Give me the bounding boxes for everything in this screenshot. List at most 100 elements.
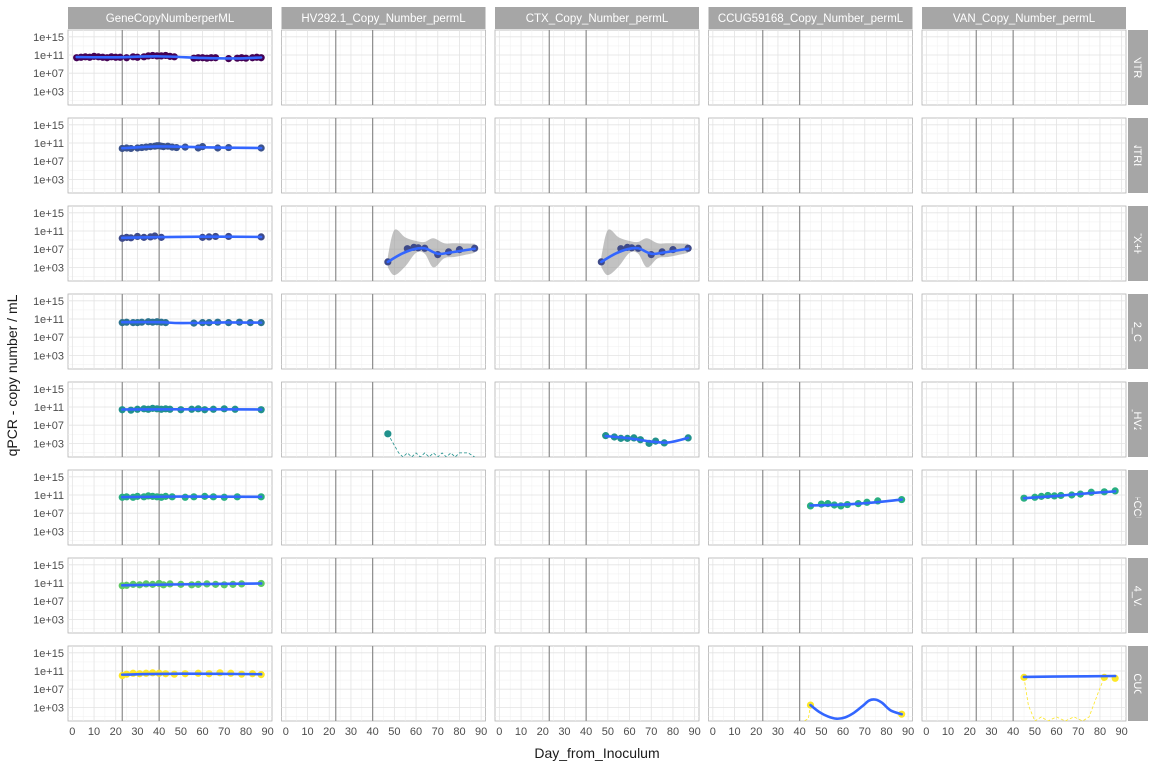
y-tick-label: 1e+07 [33,68,64,80]
y-tick-label: 1e+03 [33,526,64,538]
panel [68,206,272,281]
y-tick-label: 1e+11 [34,578,64,590]
x-tick-label: 60 [1050,726,1062,738]
x-tick-label: 80 [667,726,679,738]
x-tick-label: 30 [772,726,784,738]
x-tick-label: 60 [623,726,635,738]
x-tick-label: 40 [153,726,165,738]
x-tick-label: 20 [964,726,976,738]
x-tick-label: 50 [388,726,400,738]
panel [68,646,272,721]
panel [282,382,486,457]
panel [922,206,1126,281]
smooth-fit-line [122,322,261,323]
panel [922,382,1126,457]
y-tick-label: 1e+15 [33,472,64,484]
x-tick-label: 0 [710,726,716,738]
column-strip-label: VAN_Copy_Number_permL [953,13,1096,25]
panel [922,470,1126,545]
y-tick-label: 1e+11 [34,402,64,414]
x-tick-label: 50 [602,726,614,738]
x-tick-label: 90 [475,726,487,738]
x-tick-label: 80 [453,726,465,738]
column-strip-label: CTX_Copy_Number_permL [526,13,669,25]
y-tick-label: 1e+11 [34,226,64,238]
panel [709,558,913,633]
panel [495,30,699,105]
panel [922,30,1126,105]
y-tick-label: 1e+03 [33,438,64,450]
y-tick-label: 1e+11 [34,50,64,62]
x-tick-label: 70 [1072,726,1084,738]
panel [68,118,272,193]
y-tick-label: 1e+03 [33,86,64,98]
panel [282,30,486,105]
x-tick-label: 60 [196,726,208,738]
y-tick-label: 1e+11 [34,138,64,150]
y-tick-label: 1e+15 [33,384,64,396]
x-tick-label: 50 [815,726,827,738]
x-tick-label: 90 [262,726,274,738]
panel [495,294,699,369]
x-tick-label: 90 [1116,726,1128,738]
x-tick-label: 10 [301,726,313,738]
smooth-fit-line [122,674,261,675]
x-tick-label: 30 [985,726,997,738]
x-tick-label: 0 [69,726,75,738]
panel [282,646,486,721]
panel [68,294,272,369]
y-tick-label: 1e+11 [34,490,64,502]
panel [282,470,486,545]
y-tick-label: 1e+03 [33,174,64,186]
smooth-fit-line [122,146,261,148]
x-tick-label: 40 [794,726,806,738]
panel [709,382,913,457]
x-tick-label: 10 [942,726,954,738]
panel [709,206,913,281]
column-strip-label: CCUG59168_Copy_Number_permL [718,13,904,25]
panel [922,558,1126,633]
x-tick-label: 0 [923,726,929,738]
panel [922,646,1126,721]
x-tick-label: 10 [88,726,100,738]
y-tick-label: 1e+03 [33,262,64,274]
panel [709,294,913,369]
y-tick-label: 1e+15 [33,648,64,660]
y-tick-label: 1e+07 [33,244,64,256]
panel [68,470,272,545]
row-strip-label: TR_VAN+CCUG59168 [1131,452,1143,564]
panel [922,294,1126,369]
y-tick-label: 1e+03 [33,350,64,362]
x-tick-label: 10 [728,726,740,738]
y-tick-label: 1e+03 [33,702,64,714]
x-tick-label: 20 [323,726,335,738]
column-strip-label: GeneCopyNumberperML [106,13,235,25]
smooth-fit-line [122,237,261,238]
panel [68,30,272,105]
y-tick-label: 1e+15 [33,208,64,220]
x-tick-label: 80 [880,726,892,738]
x-tick-label: 80 [1094,726,1106,738]
x-tick-label: 60 [837,726,849,738]
y-tick-label: 1e+07 [33,156,64,168]
x-tick-label: 60 [410,726,422,738]
x-tick-label: 80 [240,726,252,738]
faceted-chart: GeneCopyNumberperML HV292.1_Copy_Number_p… [0,0,1152,768]
x-tick-label: 30 [345,726,357,738]
x-tick-label: 20 [750,726,762,738]
panel [922,118,1126,193]
column-strip-label: HV292.1_Copy_Number_permL [301,13,466,25]
x-tick-label: 20 [537,726,549,738]
y-tick-label: 1e+03 [33,614,64,626]
x-tick-label: 30 [131,726,143,738]
panel [709,30,913,105]
panel [495,646,699,721]
x-tick-label: 90 [902,726,914,738]
x-tick-label: 50 [175,726,187,738]
y-tick-label: 1e+11 [34,666,64,678]
x-tick-label: 20 [110,726,122,738]
y-tick-label: 1e+15 [33,120,64,132]
x-tick-label: 10 [515,726,527,738]
panel [495,470,699,545]
x-tick-label: 0 [496,726,502,738]
